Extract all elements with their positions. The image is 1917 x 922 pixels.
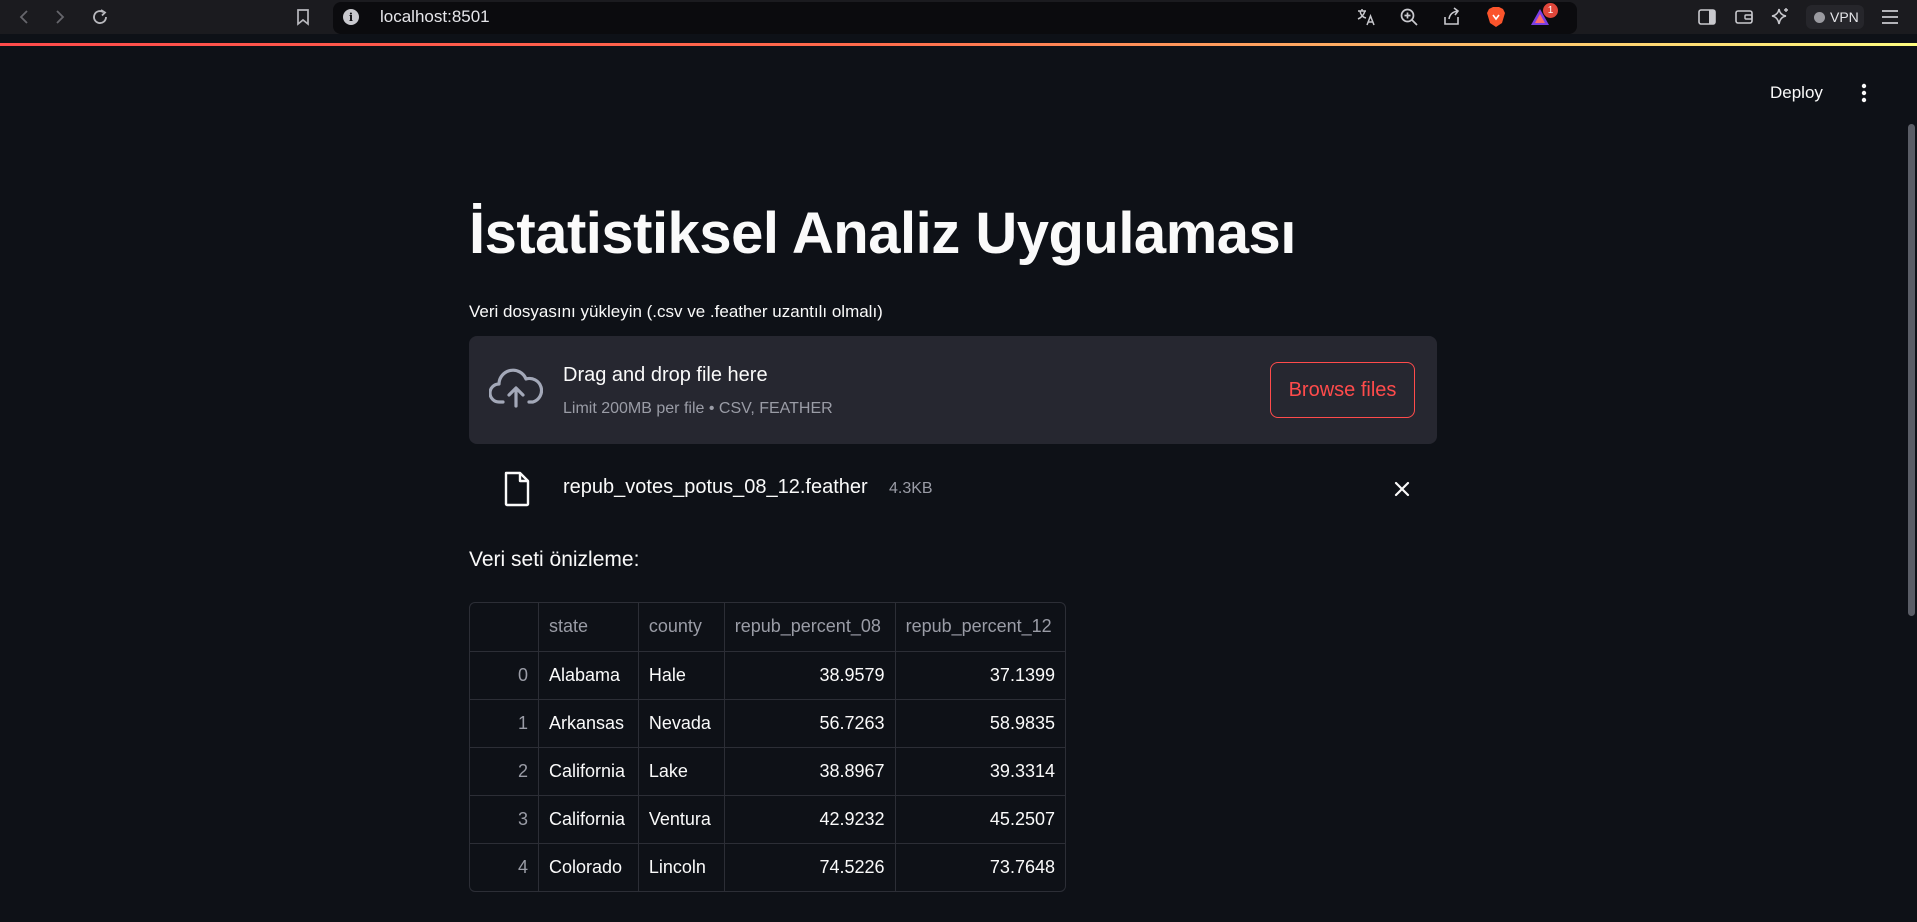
cell-state[interactable]: California [538,795,639,844]
column-header-index[interactable] [470,603,539,652]
table-row: 2 California Lake 38.8967 39.3314 [470,747,1065,796]
table-row: 4 Colorado Lincoln 74.5226 73.7648 [470,843,1065,891]
share-button[interactable] [1438,4,1466,30]
dropzone-limit-text: Limit 200MB per file • CSV, FEATHER [563,400,833,417]
row-index[interactable]: 2 [470,747,539,796]
data-preview-table[interactable]: state county repub_percent_08 repub_perc… [469,602,1066,892]
reload-icon [93,9,107,24]
preview-label: Veri seti önizleme: [469,548,640,571]
browser-toolbar: i localhost:8501 1 VPN [0,0,1917,34]
cell-repub-percent-08[interactable]: 42.9232 [724,795,896,844]
sidebar-icon [1698,9,1716,25]
cell-county[interactable]: Nevada [638,699,725,748]
translate-button[interactable] [1352,4,1380,30]
wallet-icon [1735,10,1753,24]
file-icon [504,471,530,507]
table-row: 0 Alabama Hale 38.9579 37.1399 [470,651,1065,700]
column-header-repub-percent-08[interactable]: repub_percent_08 [724,603,896,652]
uploaded-file-item: repub_votes_potus_08_12.feather 4.3KB [469,466,1437,510]
more-vertical-icon [1861,83,1867,103]
cell-repub-percent-12[interactable]: 37.1399 [895,651,1065,700]
vpn-label: VPN [1830,9,1859,25]
column-header-state[interactable]: state [538,603,639,652]
forward-button[interactable] [46,4,74,30]
main-menu-button[interactable] [1854,78,1874,108]
brave-lion-icon [1487,7,1505,27]
file-uploader-label: Veri dosyasını yükleyin (.csv ve .feathe… [469,302,883,321]
cell-county[interactable]: Ventura [638,795,725,844]
reload-button[interactable] [86,4,114,30]
zoom-in-icon [1400,8,1418,26]
sparkle-icon [1771,8,1788,25]
chevron-right-icon [56,10,65,24]
app-header-decoration [0,43,1917,46]
notification-badge: 1 [1543,3,1558,18]
cell-repub-percent-08[interactable]: 56.7263 [724,699,896,748]
cell-county[interactable]: Lincoln [638,843,725,891]
cell-county[interactable]: Hale [638,651,725,700]
cell-repub-percent-08[interactable]: 38.8967 [724,747,896,796]
bookmark-icon [297,9,309,26]
cell-state[interactable]: Colorado [538,843,639,891]
share-icon [1444,7,1460,25]
leo-ai-button[interactable] [1767,4,1795,30]
back-button[interactable] [10,4,38,30]
cell-state[interactable]: California [538,747,639,796]
page-title: İstatistiksel Analiz Uygulaması [469,201,1296,266]
vpn-status-icon [1814,11,1825,23]
cell-county[interactable]: Lake [638,747,725,796]
translate-icon [1357,9,1375,26]
cell-repub-percent-08[interactable]: 38.9579 [724,651,896,700]
cell-repub-percent-12[interactable]: 73.7648 [895,843,1065,891]
column-header-repub-percent-12[interactable]: repub_percent_12 [895,603,1065,652]
deploy-button[interactable]: Deploy [1756,78,1837,108]
table-header-row: state county repub_percent_08 repub_perc… [470,603,1065,652]
column-header-county[interactable]: county [638,603,725,652]
wallet-button[interactable] [1730,4,1758,30]
row-index[interactable]: 3 [470,795,539,844]
cell-repub-percent-12[interactable]: 45.2507 [895,795,1065,844]
page-scrollbar[interactable] [1908,124,1915,616]
uploaded-file-name: repub_votes_potus_08_12.feather [563,476,868,498]
brave-shields-button[interactable] [1482,4,1510,30]
cell-state[interactable]: Arkansas [538,699,639,748]
address-bar[interactable] [333,2,1577,34]
cell-repub-percent-12[interactable]: 39.3314 [895,747,1065,796]
cell-repub-percent-08[interactable]: 74.5226 [724,843,896,891]
remove-file-button[interactable] [1389,476,1415,502]
table-row: 3 California Ventura 42.9232 45.2507 [470,795,1065,844]
site-info-icon[interactable]: i [343,9,359,25]
cell-repub-percent-12[interactable]: 58.9835 [895,699,1065,748]
sidebar-toggle-button[interactable] [1693,4,1721,30]
vpn-button[interactable]: VPN [1806,5,1864,29]
row-index[interactable]: 1 [470,699,539,748]
close-icon [1394,481,1410,497]
cell-state[interactable]: Alabama [538,651,639,700]
table-row: 1 Arkansas Nevada 56.7263 58.9835 [470,699,1065,748]
dropzone-instructions: Drag and drop file here [563,364,768,386]
browser-menu-button[interactable] [1876,4,1904,30]
url-text[interactable]: localhost:8501 [380,7,490,27]
file-dropzone[interactable]: Drag and drop file here Limit 200MB per … [469,336,1437,444]
row-index[interactable]: 0 [470,651,539,700]
chevron-left-icon [19,10,28,24]
uploaded-file-size: 4.3KB [889,480,933,497]
row-index[interactable]: 4 [470,843,539,891]
browse-files-button[interactable]: Browse files [1270,362,1415,418]
bookmark-button[interactable] [289,4,317,30]
hamburger-menu-icon [1882,10,1898,24]
zoom-button[interactable] [1395,4,1423,30]
cloud-upload-icon [489,368,543,408]
